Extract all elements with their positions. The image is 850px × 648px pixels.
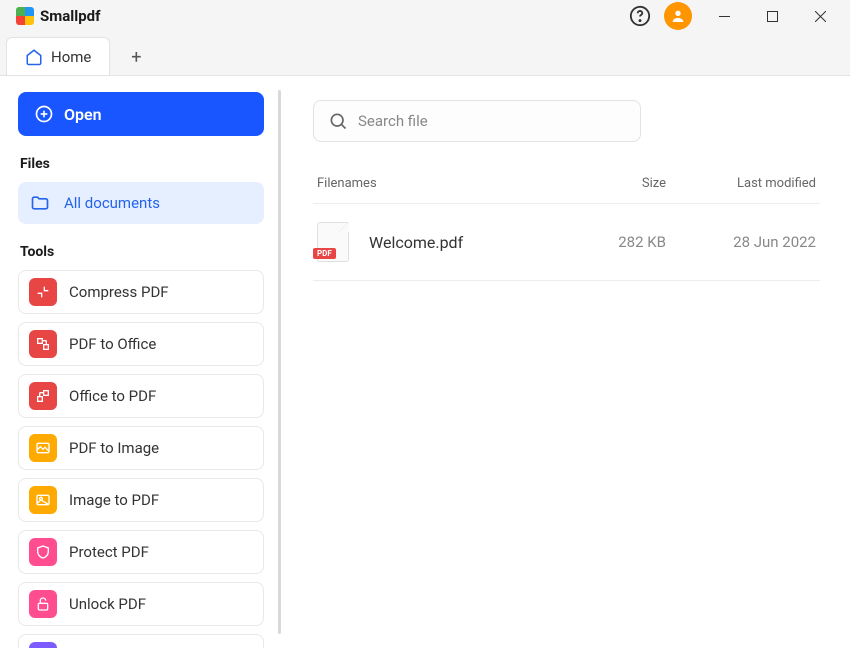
compress-icon [29, 278, 57, 306]
file-table-header: Filenames Size Last modified [313, 176, 820, 204]
tool-pdf-to-image[interactable]: PDF to Image [18, 426, 264, 470]
tab-home[interactable]: Home [6, 37, 110, 75]
tool-compress-pdf[interactable]: Compress PDF [18, 270, 264, 314]
titlebar: Smallpdf [0, 0, 850, 32]
col-filenames: Filenames [317, 176, 526, 191]
folder-icon [30, 193, 50, 213]
tool-label: Compress PDF [69, 283, 169, 301]
avatar[interactable] [664, 2, 692, 30]
pdf-to-image-icon [29, 434, 57, 462]
col-modified: Last modified [666, 176, 816, 191]
close-button[interactable] [798, 2, 842, 30]
tool-pdf-to-office[interactable]: PDF to Office [18, 322, 264, 366]
search-input[interactable] [358, 112, 626, 130]
file-row[interactable]: PDF Welcome.pdf 282 KB 28 Jun 2022 [313, 204, 820, 281]
sidebar: Open Files All documents Tools Compress … [0, 76, 278, 648]
tool-label: PDF to Image [69, 439, 159, 457]
tool-protect-pdf[interactable]: Protect PDF [18, 530, 264, 574]
new-tab-button[interactable]: + [118, 39, 154, 75]
file-name: Welcome.pdf [369, 233, 526, 252]
tool-label: Protect PDF [69, 543, 149, 561]
brand-name: Smallpdf [40, 7, 100, 25]
search-box[interactable] [313, 100, 641, 142]
tool-label: Image to PDF [69, 491, 159, 509]
tool-label: Unlock PDF [69, 595, 146, 613]
tool-office-to-pdf[interactable]: Office to PDF [18, 374, 264, 418]
tool-unlock-pdf[interactable]: Unlock PDF [18, 582, 264, 626]
sidebar-item-all-documents[interactable]: All documents [18, 182, 264, 224]
logo-icon [16, 7, 34, 25]
tool-label: PDF to Office [69, 335, 156, 353]
tool-merge-pdf[interactable]: Merge PDF [18, 634, 264, 648]
tool-label: Office to PDF [69, 387, 156, 405]
image-to-pdf-icon [29, 486, 57, 514]
open-button[interactable]: Open [18, 92, 264, 136]
tool-image-to-pdf[interactable]: Image to PDF [18, 478, 264, 522]
main-panel: Filenames Size Last modified PDF Welcome… [281, 76, 850, 648]
file-modified: 28 Jun 2022 [666, 233, 816, 251]
minimize-button[interactable] [702, 2, 746, 30]
merge-icon [29, 642, 57, 648]
open-button-label: Open [64, 105, 102, 124]
pdf-to-office-icon [29, 330, 57, 358]
tools-section-label: Tools [20, 244, 264, 260]
protect-icon [29, 538, 57, 566]
col-size: Size [526, 176, 666, 191]
pdf-file-icon: PDF [317, 222, 349, 262]
all-documents-label: All documents [64, 194, 160, 212]
maximize-button[interactable] [750, 2, 794, 30]
tab-home-label: Home [51, 48, 91, 66]
search-icon [328, 111, 348, 131]
file-size: 282 KB [526, 233, 666, 251]
office-to-pdf-icon [29, 382, 57, 410]
help-icon[interactable] [626, 2, 654, 30]
files-section-label: Files [20, 156, 264, 172]
brand-block: Smallpdf [16, 7, 100, 25]
tabbar: Home + [0, 32, 850, 76]
unlock-icon [29, 590, 57, 618]
